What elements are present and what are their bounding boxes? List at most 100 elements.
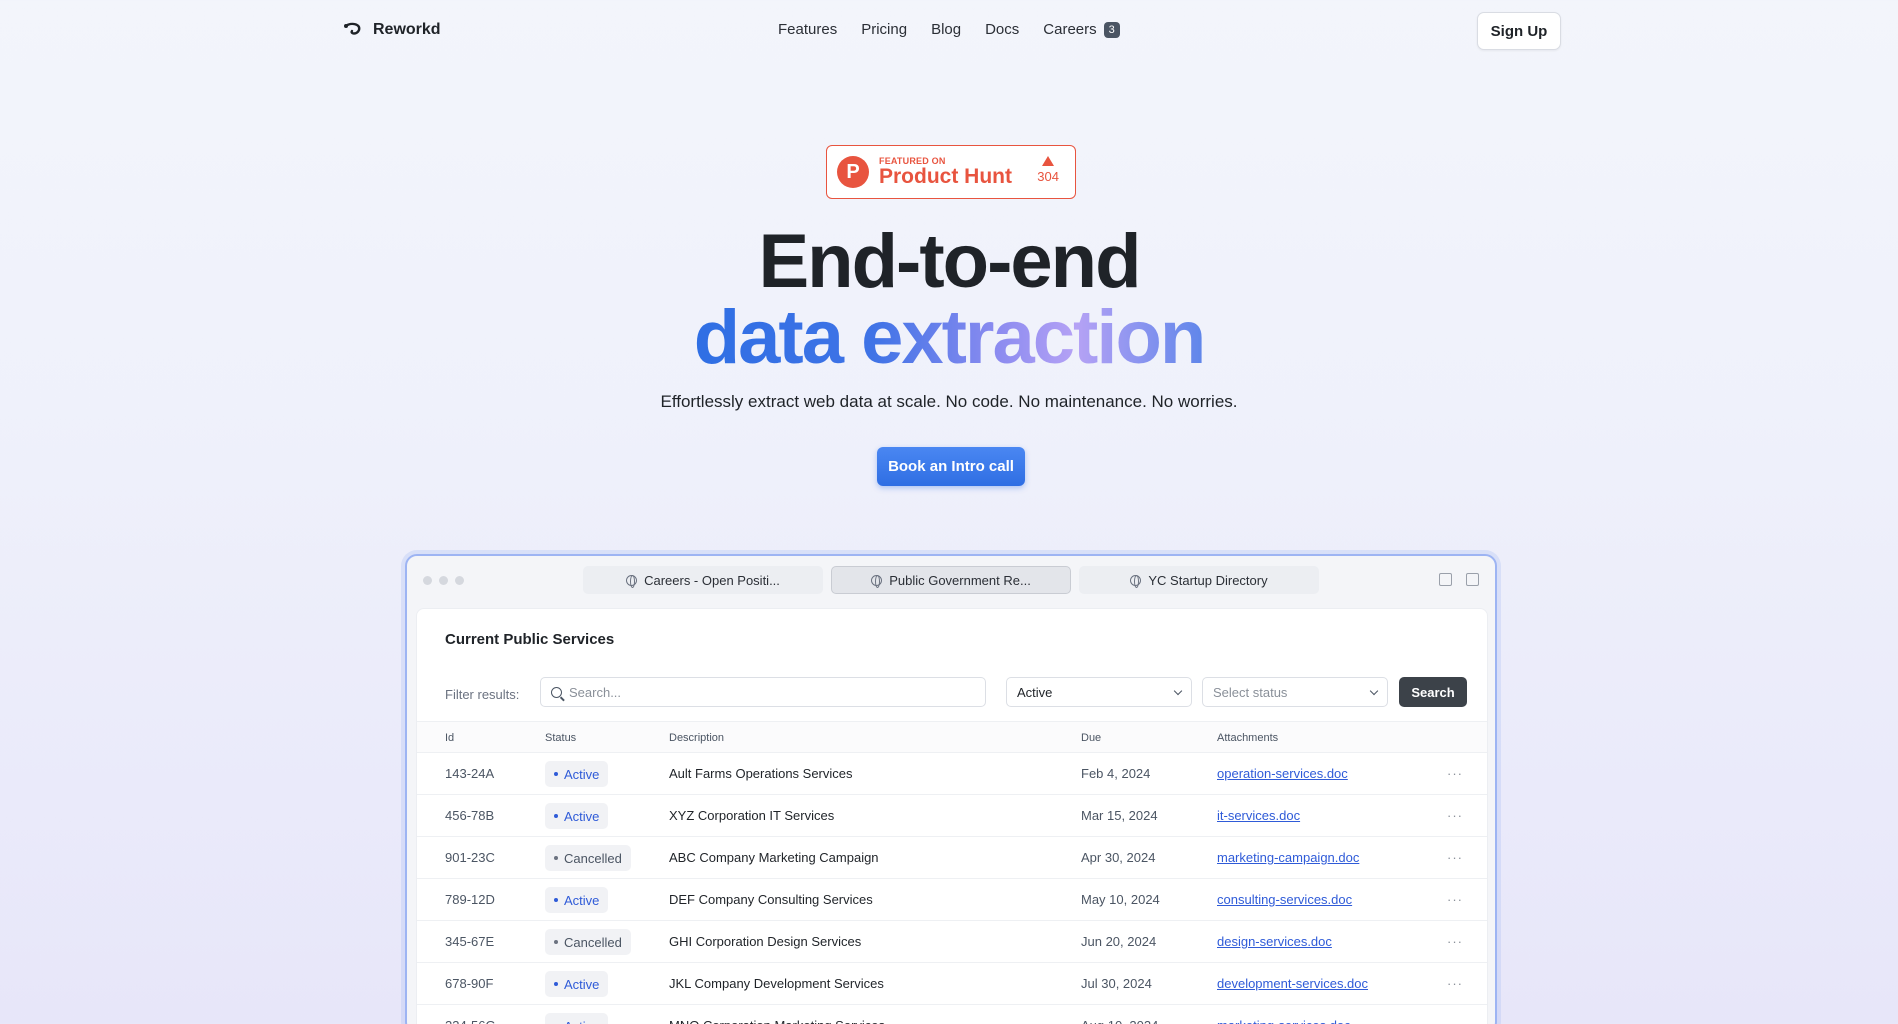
browser-tabs: Careers - Open Positi... Public Governme…: [583, 566, 1319, 594]
status-filter-select[interactable]: Active: [1006, 677, 1192, 707]
row-description: MNO Corporation Marketing Services: [669, 1018, 885, 1024]
nav-link-pricing[interactable]: Pricing: [861, 21, 907, 38]
nav-links: Features Pricing Blog Docs Careers 3: [778, 21, 1144, 38]
hero-title-gradient: data extraction: [693, 295, 1207, 380]
status-label: Cancelled: [564, 850, 622, 866]
status-pill: Active: [545, 1013, 609, 1024]
more-options-icon[interactable]: ···: [1447, 766, 1463, 781]
search-input[interactable]: Search...: [540, 677, 986, 707]
nav-link-label: Careers: [1043, 21, 1097, 38]
hero-subtitle: Effortlessly extract web data at scale. …: [660, 392, 1238, 411]
row-description: GHI Corporation Design Services: [669, 934, 862, 949]
nav-link-blog[interactable]: Blog: [931, 21, 961, 38]
status-dot-icon: [554, 856, 558, 860]
status-pill: Active: [545, 887, 609, 913]
table-row[interactable]: 678-90F Active JKL Company Development Ser…: [417, 963, 1487, 1005]
browser-tab-government[interactable]: Public Government Re...: [831, 566, 1071, 594]
row-description: JKL Company Development Services: [669, 976, 884, 991]
attachment-link[interactable]: operation-services.doc: [1217, 766, 1348, 781]
window-action-icons: [1439, 573, 1479, 586]
row-id: 789-12D: [445, 892, 495, 907]
attachment-link[interactable]: marketing-campaign.doc: [1217, 850, 1359, 865]
more-options-icon[interactable]: ···: [1447, 934, 1463, 949]
row-id: 901-23C: [445, 850, 495, 865]
row-due-date: Apr 30, 2024: [1081, 850, 1156, 865]
status-label: Active: [564, 808, 600, 824]
new-tab-icon[interactable]: [1439, 573, 1452, 586]
status-label: Active: [564, 1019, 599, 1024]
browser-tab-yc[interactable]: YC Startup Directory: [1079, 566, 1319, 594]
table-row[interactable]: 789-12D Active DEF Company Consulting Serv…: [417, 879, 1487, 921]
attachment-link[interactable]: development-services.doc: [1217, 976, 1368, 991]
search-placeholder: Search...: [569, 684, 622, 700]
col-attachments: Attachments: [1217, 732, 1279, 744]
row-due-date: Aug 10, 2024: [1081, 1018, 1158, 1024]
select-status-dropdown[interactable]: Select status: [1202, 677, 1388, 707]
col-status: Status: [545, 732, 577, 744]
more-options-icon[interactable]: ···: [1447, 850, 1463, 865]
attachment-link[interactable]: it-services.doc: [1217, 808, 1300, 823]
status-pill: Active: [545, 803, 609, 829]
browser-window-mockup: Careers - Open Positi... Public Governme…: [405, 554, 1497, 1024]
attachment-link[interactable]: marketing-services.doc: [1217, 1018, 1351, 1024]
table-row[interactable]: 234-56G Active MNO Corporation Marketing S…: [417, 1005, 1487, 1024]
row-due-date: Jun 20, 2024: [1081, 934, 1157, 949]
nav-link-docs[interactable]: Docs: [985, 21, 1019, 38]
globe-icon: [871, 574, 883, 588]
status-pill: Cancelled: [545, 845, 631, 871]
select-placeholder: Select status: [1213, 684, 1288, 700]
book-intro-call-button[interactable]: Book an Intro call: [877, 447, 1025, 486]
select-value: Active: [1017, 684, 1053, 700]
more-options-icon[interactable]: ···: [1447, 892, 1463, 907]
more-options-icon[interactable]: ···: [1447, 976, 1463, 991]
tab-label: Careers - Open Positi...: [644, 572, 780, 588]
tab-label: Public Government Re...: [889, 572, 1031, 588]
attachment-link[interactable]: consulting-services.doc: [1217, 892, 1352, 907]
status-badge: Active: [545, 887, 609, 913]
nav-link-careers[interactable]: Careers 3: [1043, 21, 1120, 38]
panel-title: Current Public Services: [445, 631, 615, 648]
nav-link-label: Docs: [985, 21, 1020, 38]
nav-link-features[interactable]: Features: [778, 21, 837, 38]
table-row[interactable]: 345-67E Cancelled GHI Corporation Design S…: [417, 921, 1487, 963]
top-nav: Reworkd Features Pricing Blog Docs Caree…: [0, 0, 1898, 62]
browser-tab-careers[interactable]: Careers - Open Positi...: [583, 566, 823, 594]
brand-logo[interactable]: Reworkd: [343, 20, 441, 40]
row-id: 456-78B: [445, 808, 495, 823]
sidebar-toggle-icon[interactable]: [1466, 573, 1479, 586]
row-description: DEF Company Consulting Services: [669, 892, 873, 907]
tab-label: YC Startup Directory: [1148, 572, 1268, 588]
status-label: Active: [564, 976, 600, 992]
status-pill: Active: [545, 971, 609, 997]
attachment-link[interactable]: design-services.doc: [1217, 934, 1332, 949]
status-badge: Cancelled: [545, 845, 631, 871]
status-dot-icon: [554, 982, 558, 986]
filter-label: Filter results:: [445, 687, 520, 702]
status-badge: Active: [545, 761, 609, 787]
status-label: Active: [564, 766, 600, 782]
window-dot-icon: [455, 576, 464, 585]
more-options-icon[interactable]: ···: [1447, 808, 1463, 823]
table-row[interactable]: 901-23C Cancelled ABC Company Marketing Ca…: [417, 837, 1487, 879]
upvote-icon: [1042, 156, 1055, 166]
row-due-date: May 10, 2024: [1081, 892, 1160, 907]
careers-count-badge: 3: [1103, 21, 1120, 38]
search-button[interactable]: Search: [1399, 677, 1467, 707]
ph-vote-count: 304: [1037, 169, 1059, 184]
sign-up-button[interactable]: Sign Up: [1477, 12, 1561, 50]
row-due-date: Mar 15, 2024: [1081, 808, 1158, 823]
row-description: XYZ Corporation IT Services: [669, 808, 835, 823]
status-dot-icon: [554, 772, 558, 776]
row-id: 678-90F: [445, 976, 494, 991]
reworkd-logo-icon: [344, 22, 361, 35]
window-dot-icon: [423, 576, 432, 585]
search-icon: [551, 686, 562, 698]
table-row[interactable]: 456-78B Active XYZ Corporation IT Services…: [417, 795, 1487, 837]
product-hunt-badge[interactable]: P FEATURED ON Product Hunt 304: [826, 145, 1076, 199]
status-badge: Active: [545, 1013, 609, 1024]
table-row[interactable]: 143-24A Active Ault Farms Operations Servi…: [417, 753, 1487, 795]
more-options-icon[interactable]: ···: [1447, 1018, 1463, 1024]
services-panel: Current Public Services Filter results: …: [416, 608, 1488, 1024]
globe-icon: [1130, 574, 1142, 588]
product-hunt-logo-icon: P: [837, 156, 869, 188]
